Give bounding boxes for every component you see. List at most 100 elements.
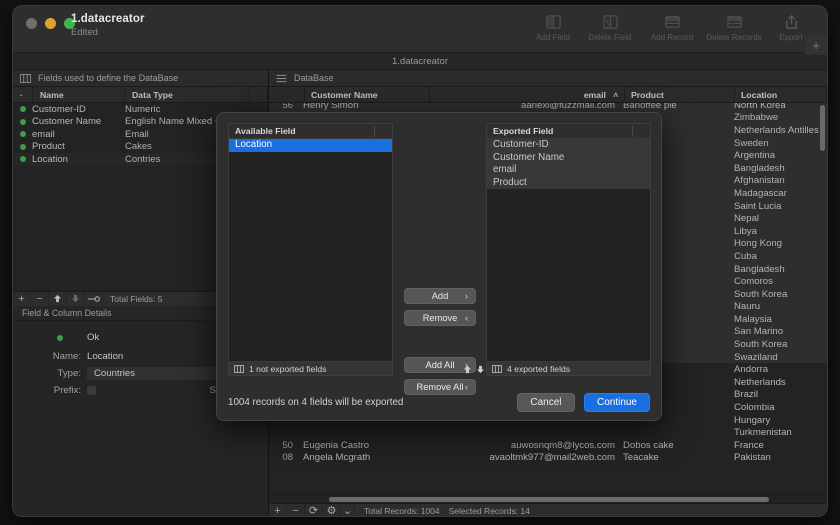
toolbar-add-field[interactable]: Add Field [527,10,579,43]
list-item[interactable]: Customer-ID [487,139,650,152]
cell-location: Netherlands [729,377,827,388]
cell-location: Malaysia [729,314,827,325]
available-field-header: Available Field [229,124,392,139]
document-path-strip: 1.datacreator [13,53,827,70]
table-row[interactable]: 08Angela Mcgrathavaoltmk977@mail2web.com… [269,452,827,465]
table-row[interactable]: 56Henry Simonaarlexi@fuzzmail.comBanoffe… [269,103,827,112]
cell-name: Henry Simon [299,103,424,111]
fields-col-extra[interactable] [250,87,268,103]
link-field-button[interactable] [85,292,103,307]
toolbar-add-record[interactable]: Add Record [641,10,703,43]
db-col-id[interactable] [269,87,305,103]
add-record-button[interactable]: + [269,504,287,518]
arrow-down-icon [71,294,80,303]
available-field-items[interactable]: Location [229,139,392,361]
database-statusbar: + − ⟳ ⚙ ⌄ Total Records: 1004 Selected R… [269,503,827,517]
vertical-scrollbar[interactable] [820,105,825,151]
record-settings-chevron-down-icon[interactable]: ⌄ [341,504,355,518]
toolbar-delete-field[interactable]: Delete Field [579,10,641,43]
minimize-button[interactable] [45,18,56,29]
arrow-up-icon [53,294,62,303]
horizontal-scrollbar-track[interactable] [269,494,827,503]
close-button[interactable] [26,18,37,29]
cancel-button[interactable]: Cancel [517,393,575,412]
field-name: Product [32,141,125,152]
total-records-label: Total Records: 1004 [355,506,440,516]
database-pane-header-label: DataBase [294,73,334,83]
move-field-down-button[interactable] [67,292,85,307]
refresh-records-button[interactable]: ⟳ [305,504,323,518]
columns-icon [234,365,244,373]
cell-location: Zimbabwe [729,112,827,123]
toolbar: Add Field Delete Field [527,10,817,43]
exported-field-header-label: Exported Field [493,126,553,136]
cell-name: Eugenia Castro [299,440,424,451]
continue-button[interactable]: Continue [584,393,650,412]
field-prefix-label: Prefix: [13,385,87,396]
list-item[interactable]: email [487,164,650,177]
table-row[interactable]: 50Eugenia Castroauwosnqm8@lycos.comDobos… [269,439,827,452]
db-col-customer-name[interactable]: Customer Name [305,87,430,103]
prefix-checkbox[interactable] [87,386,96,395]
record-settings-button[interactable]: ⚙ [323,504,341,518]
toolbar-export-label: Export [779,34,802,43]
db-col-email[interactable]: email ˄ [430,87,625,103]
cell-location: Swaziland [729,352,827,363]
remove-field-from-export-button[interactable]: Remove ‹ [404,310,476,326]
not-exported-count-label: 1 not exported fields [249,364,326,374]
move-up-button[interactable] [462,362,473,376]
horizontal-scrollbar-thumb[interactable] [329,497,769,502]
list-item[interactable]: Customer Name [487,152,650,165]
toolbar-add-record-label: Add Record [651,34,693,43]
move-down-button[interactable] [475,362,486,376]
move-field-up-button[interactable] [49,292,67,307]
total-fields-label: Total Fields: 5 [103,294,162,304]
add-field-to-export-button[interactable]: Add › [404,288,476,304]
remove-button-label: Remove [423,313,458,323]
cell-location: Argentina [729,150,827,161]
toolbar-delete-records[interactable]: Delete Records [703,10,765,43]
document-title: 1.datacreator [71,13,145,25]
fields-col-name[interactable]: Name [33,87,125,103]
cell-location: Saint Lucia [729,201,827,212]
list-item[interactable]: Product [487,177,650,190]
cell-email: auwosnqm8@lycos.com [424,440,619,451]
link-icon [87,295,100,303]
add-button-label: Add [432,291,449,301]
field-name-label: Name: [13,351,87,362]
add-field-button[interactable]: + [13,292,31,307]
list-item[interactable]: Location [229,139,392,152]
fields-pane-header: Fields used to define the DataBase [13,70,268,87]
cell-location: Nauru [729,301,827,312]
cell-location: North Korea [729,103,827,111]
field-type-value[interactable]: Countries [87,367,235,380]
fields-col-datatype[interactable]: Data Type [125,87,250,103]
fields-col-marker[interactable]: · [13,87,33,103]
cell-product: Banoffee pie [619,103,729,111]
table-row[interactable]: Turkmenistan [269,426,827,439]
db-col-product[interactable]: Product [625,87,735,103]
dialog-actions: Cancel Continue [517,393,650,412]
field-name-value[interactable]: Location [87,351,123,362]
toolbar-delete-field-label: Delete Field [589,34,632,43]
toolbar-delete-records-label: Delete Records [706,34,761,43]
exported-field-list[interactable]: Exported Field Customer-ID Customer Name… [486,123,651,376]
remove-record-button[interactable]: − [287,504,305,518]
transfer-buttons: Add › Remove ‹ Add All › Remove All ‹ [404,123,476,376]
cell-location: Pakistan [729,452,827,463]
db-col-location[interactable]: Location [735,87,827,103]
arrow-down-icon [476,365,485,374]
cell-location: Netherlands Antilles [729,125,827,136]
status-dot-icon [20,131,26,137]
exported-field-items[interactable]: Customer-ID Customer Name email Product [487,139,650,361]
cell-location: Comoros [729,276,827,287]
window-controls [26,18,75,29]
add-record-icon [663,14,682,31]
available-field-list[interactable]: Available Field Location 1 not exported … [228,123,393,376]
remove-field-button[interactable]: − [31,292,49,307]
export-summary-label: 1004 records on 4 fields will be exporte… [228,397,403,408]
cell-location: South Korea [729,289,827,300]
cell-location: San Marino [729,326,827,337]
toolbar-overflow-button[interactable]: + [805,36,827,55]
columns-icon [20,74,31,83]
